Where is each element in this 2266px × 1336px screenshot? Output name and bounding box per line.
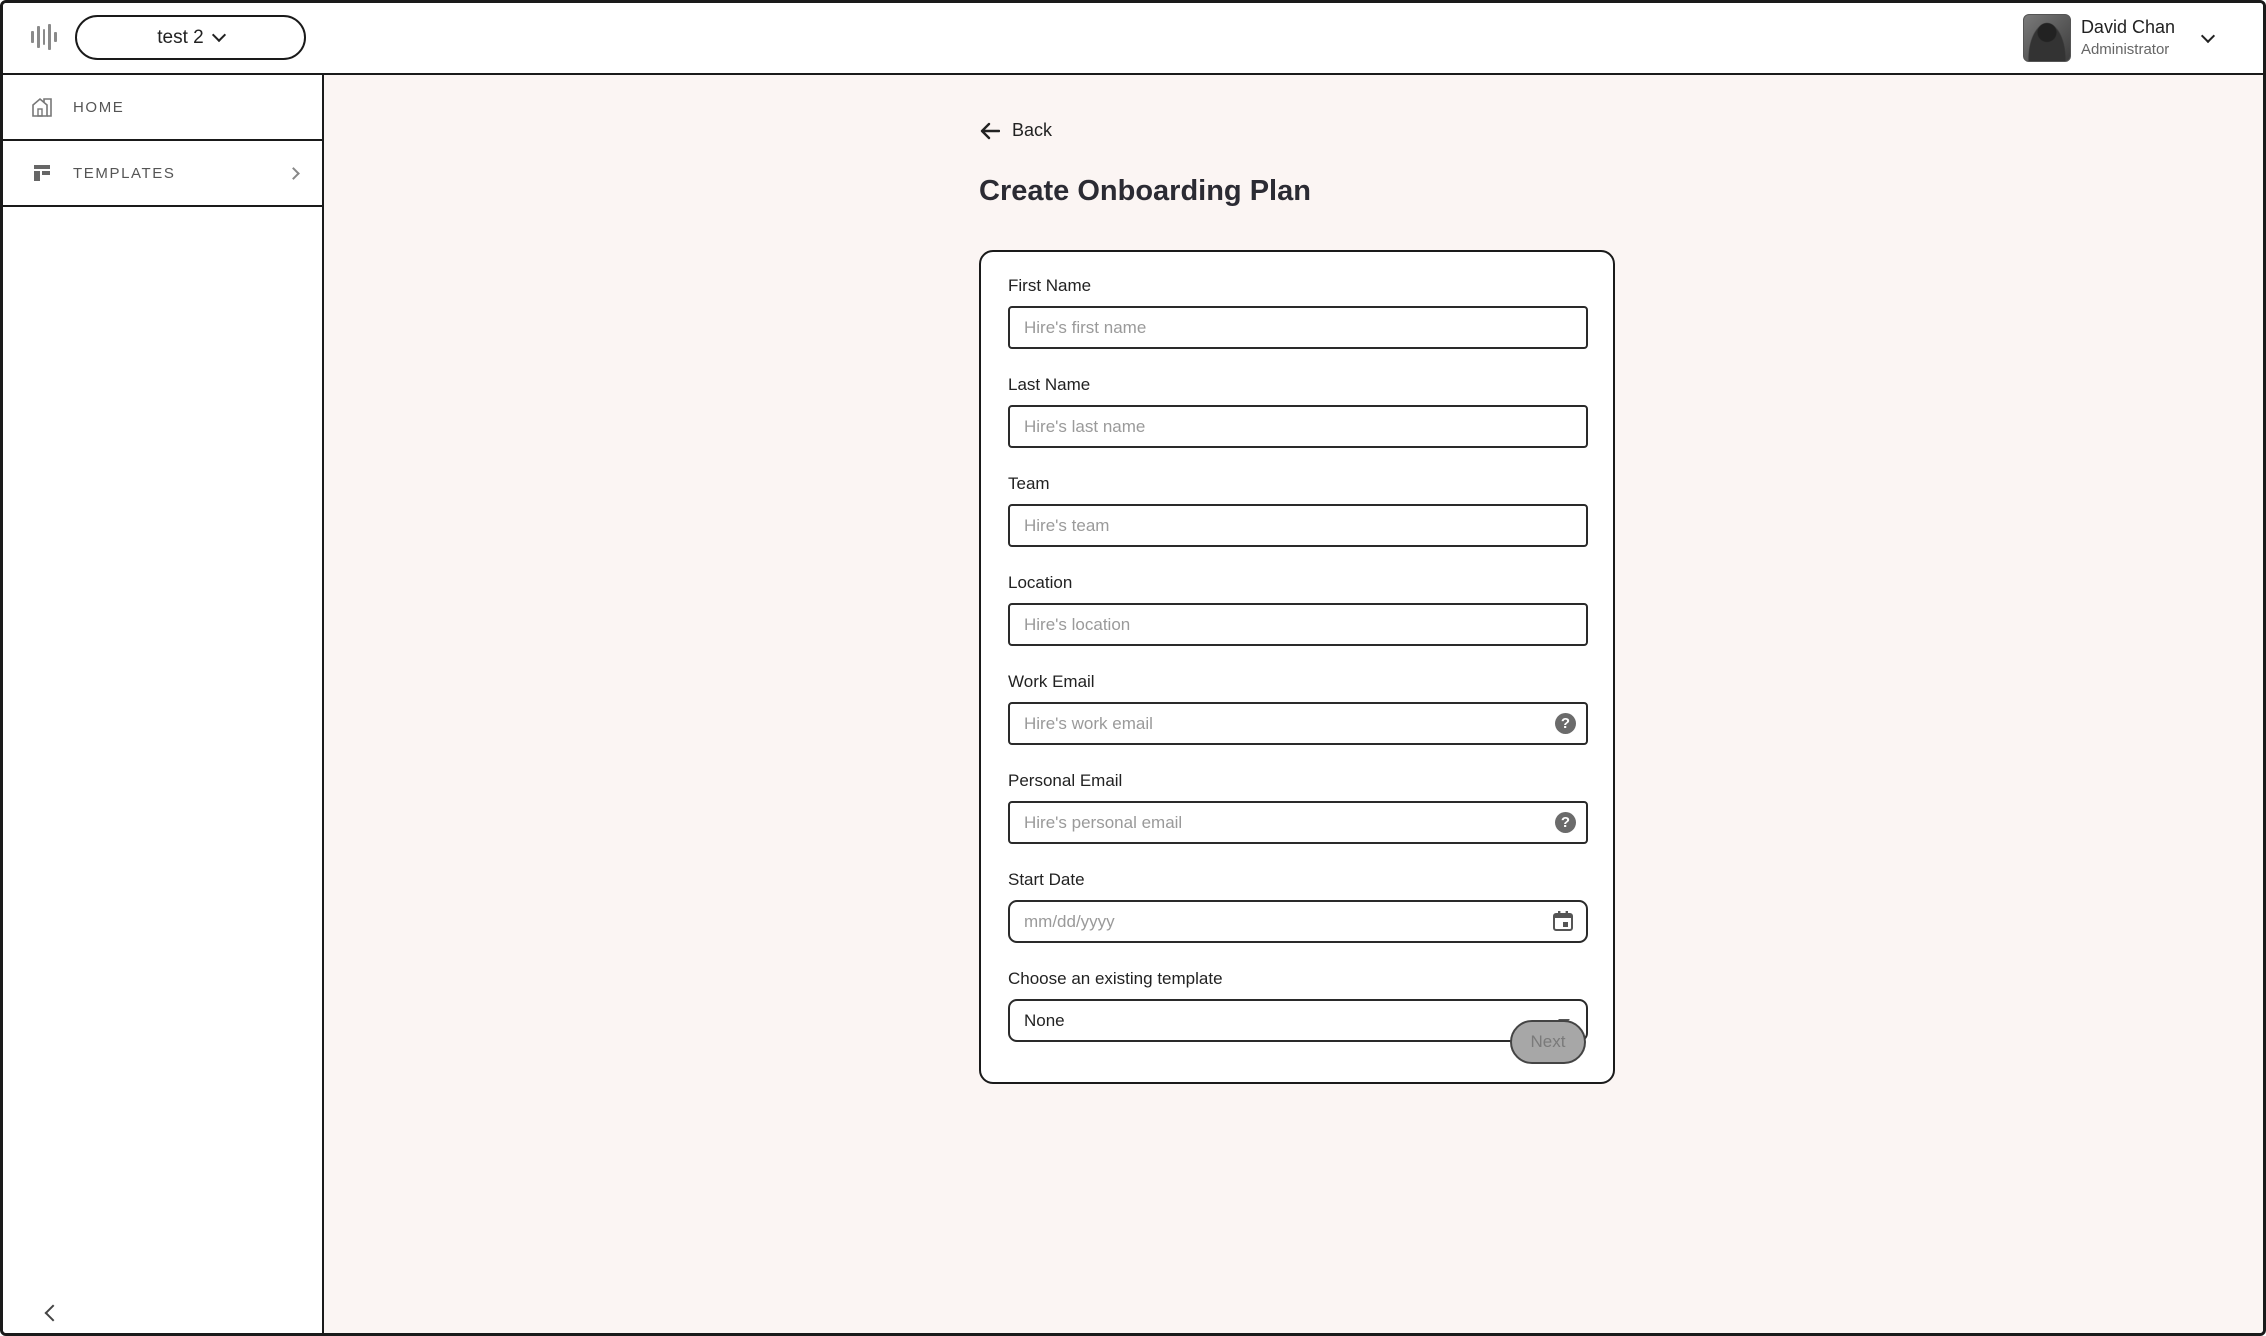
chevron-down-icon (211, 27, 226, 43)
last-name-field: Last Name (1008, 375, 1588, 448)
user-menu[interactable]: David Chan Administrator (2022, 13, 2216, 63)
location-field: Location (1008, 573, 1588, 646)
sidebar-item-templates[interactable]: TEMPLATES (3, 141, 322, 207)
sidebar-item-label: HOME (73, 98, 125, 116)
template-selected-value: None (1024, 1010, 1065, 1030)
main-content: Back Create Onboarding Plan First Name L… (324, 75, 2263, 1333)
arrow-left-icon (980, 122, 1000, 139)
calendar-icon[interactable] (1552, 910, 1574, 937)
location-label: Location (1008, 573, 1073, 592)
help-icon[interactable]: ? (1555, 812, 1576, 833)
template-field: Choose an existing template None (1008, 969, 1588, 1042)
back-link[interactable]: Back (980, 120, 1052, 141)
sidebar-item-home[interactable]: HOME (3, 75, 322, 141)
location-input[interactable] (1008, 603, 1588, 646)
work-email-field: Work Email ? (1008, 672, 1588, 745)
last-name-label: Last Name (1008, 375, 1091, 394)
team-input[interactable] (1008, 504, 1588, 547)
avatar (2022, 14, 2071, 62)
workspace-name: test 2 (157, 26, 204, 48)
team-field: Team (1008, 474, 1588, 547)
template-label: Choose an existing template (1008, 969, 1223, 988)
back-label: Back (1012, 120, 1053, 140)
page-title: Create Onboarding Plan (979, 175, 1311, 207)
first-name-field: First Name (1008, 276, 1588, 349)
personal-email-field: Personal Email ? (1008, 771, 1588, 844)
sidebar-item-label: TEMPLATES (73, 164, 176, 182)
last-name-input[interactable] (1008, 405, 1588, 448)
app-logo-icon[interactable] (31, 23, 57, 51)
onboarding-form: First Name Last Name Team Location (979, 250, 1615, 1084)
user-info: David Chan Administrator (2081, 17, 2175, 59)
top-bar: test 2 David Chan Administrator (3, 3, 2263, 75)
sidebar: HOME TEMPLATES (3, 75, 324, 1333)
team-label: Team (1008, 474, 1050, 493)
user-role: Administrator (2080, 40, 2170, 58)
help-icon[interactable]: ? (1555, 713, 1576, 734)
app-window: test 2 David Chan Administrator HOME TEM… (0, 0, 2266, 1336)
next-button[interactable]: Next (1510, 1020, 1586, 1064)
collapse-sidebar-icon[interactable] (44, 1304, 62, 1322)
personal-email-input[interactable] (1008, 801, 1588, 844)
start-date-label: Start Date (1008, 870, 1085, 889)
work-email-input[interactable] (1008, 702, 1588, 745)
user-name: David Chan (2080, 17, 2175, 38)
first-name-input[interactable] (1008, 306, 1588, 349)
home-icon (31, 96, 53, 118)
templates-icon (31, 162, 53, 184)
start-date-input[interactable] (1008, 900, 1588, 943)
start-date-field: Start Date (1008, 870, 1588, 943)
workspace-selector[interactable]: test 2 (75, 15, 306, 60)
first-name-label: First Name (1008, 276, 1092, 295)
chevron-down-icon[interactable] (2200, 28, 2216, 43)
personal-email-label: Personal Email (1008, 771, 1123, 790)
work-email-label: Work Email (1008, 672, 1095, 691)
chevron-right-icon (287, 167, 300, 180)
template-select[interactable]: None (1008, 999, 1588, 1042)
